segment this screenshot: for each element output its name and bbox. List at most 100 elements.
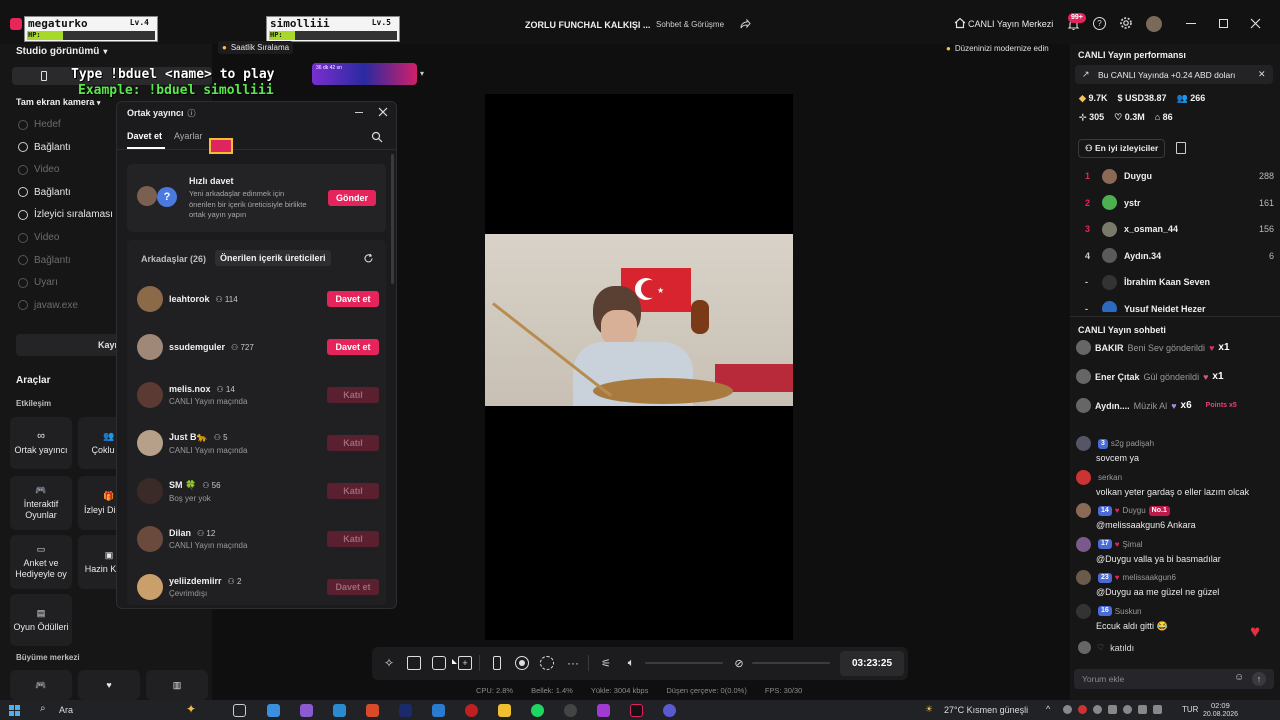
join-button[interactable]: Katıl [327,531,379,547]
avatar[interactable] [1076,570,1091,585]
list-icon[interactable] [1176,142,1186,154]
search-icon[interactable] [371,131,383,143]
spotify-icon[interactable] [531,704,544,717]
close-icon[interactable]: ✕ [1258,69,1266,80]
source-item[interactable]: İzleyici sıralaması [18,209,113,220]
ranking-row[interactable]: - İbrahim Kaan Seven [1082,272,1274,292]
join-button[interactable]: Katıl [327,435,379,451]
emoji-icon[interactable]: ☺ [1234,672,1244,683]
more-icon[interactable]: ··· [566,656,580,670]
mic-muted-icon[interactable]: ⊘ [732,656,746,670]
app-icon[interactable] [399,704,412,717]
mic-slider[interactable] [752,662,830,664]
chat-user[interactable]: serkan [1098,473,1122,482]
tile-growth-2[interactable]: ♥ [78,670,140,700]
tile-interactive-games[interactable]: 🎮 İnteraktif Oyunlar [10,476,72,530]
heart-icon[interactable]: ♥ [1250,622,1260,642]
stream-title[interactable]: ZORLU FUNCHAL KALKIŞI ... [525,20,650,30]
studio-view-dropdown[interactable]: Studio görünümü ▾ [16,46,107,57]
source-item[interactable]: Video [18,164,59,175]
phone-icon[interactable] [493,656,501,670]
join-button[interactable]: Katıl [327,483,379,499]
screenshot-icon[interactable] [540,656,554,670]
camera-icon[interactable] [432,656,446,670]
minimize-icon[interactable] [1186,23,1196,24]
invite-button[interactable]: Davet et [327,291,379,307]
refresh-icon[interactable] [363,253,374,264]
source-item[interactable]: javaw.exe [18,300,78,311]
folder-icon[interactable] [498,704,511,717]
source-item[interactable]: Video [18,232,59,243]
ranking-row[interactable]: 3 x_osman_44 156 [1082,219,1274,239]
home-icon[interactable] [954,17,966,29]
magic-wand-icon[interactable]: ✧ [382,656,396,670]
clock-time[interactable]: 02:09 [1211,701,1230,710]
app-icon[interactable] [564,704,577,717]
volume-icon[interactable]: 🔈︎ [624,656,638,670]
tab-friends[interactable]: Arkadaşlar (26) [141,254,206,264]
avatar[interactable] [1076,503,1091,518]
ranking-row[interactable]: 2 ystr 161 [1082,193,1274,213]
obs-icon[interactable] [465,704,478,717]
edge-icon[interactable] [333,704,346,717]
chat-user[interactable]: Duygu [1123,506,1146,515]
gear-icon[interactable] [1119,16,1133,30]
help-icon[interactable]: ? [1093,17,1106,30]
source-item[interactable]: Uyarı [18,277,58,288]
source-item[interactable]: Bağlantı [18,255,71,266]
share-icon[interactable] [739,18,751,30]
tile-growth-1[interactable]: 🎮 [10,670,72,700]
ranking-banner[interactable]: 36 dk 42 sn [312,63,417,85]
fullscreen-camera-dropdown[interactable]: Tam ekran kamera ▾ [16,97,100,107]
chevron-up-icon[interactable]: ^ [1046,704,1050,714]
modernize-tip[interactable]: ● Düzeninizi modernize edin [946,44,1049,53]
friend-name[interactable]: leahtorok [169,294,210,304]
join-button[interactable]: Katıl [327,387,379,403]
chat-user[interactable]: s2g padişah [1111,439,1154,448]
friend-name[interactable]: yeliizdemiirr [169,576,222,586]
live-center-link[interactable]: CANLI Yayın Merkezi [968,19,1053,29]
chat-user[interactable]: Şimal [1123,540,1143,549]
avatar[interactable] [1076,536,1091,552]
tab-suggested[interactable]: Önerilen içerik üreticileri [215,250,331,266]
friend-name[interactable]: melis.nox [169,384,211,394]
minimize-icon[interactable] [355,112,363,113]
invite-button[interactable]: Davet et [327,339,379,355]
search-icon[interactable]: ⌕ [40,703,46,714]
copilot-icon[interactable]: ✦ [186,702,196,716]
source-item[interactable]: Hedef [18,119,61,130]
chevron-down-icon[interactable]: ▾ [420,69,424,78]
store-icon[interactable] [267,704,280,717]
app-icon[interactable] [663,704,676,717]
scrollbar[interactable] [391,154,394,284]
instagram-icon[interactable] [597,704,610,717]
ranking-row[interactable]: 4 Aydın.34 6 [1082,246,1274,266]
friend-name[interactable]: Just B🐆 [169,432,208,442]
maximize-icon[interactable] [1219,19,1228,28]
screen-share-icon[interactable] [407,656,421,670]
copilot-app-icon[interactable] [300,704,313,717]
tile-growth-3[interactable]: ▥ [146,670,208,700]
add-scene-icon[interactable]: + [458,656,472,670]
friend-name[interactable]: Dilan [169,528,191,538]
source-item[interactable]: Bağlantı [18,142,71,153]
hourly-ranking[interactable]: ● Saatlik Sıralama [218,41,294,54]
comment-input[interactable]: Yorum ekle ☺ ↑ [1074,669,1274,689]
browser-icon[interactable] [366,704,379,717]
top-viewers-button[interactable]: ⚇ En iyi izleyiciler [1078,139,1166,158]
friend-name[interactable]: SM 🍀 [169,480,196,490]
record-icon[interactable] [515,656,529,670]
tile-cohost[interactable]: ∞ Ortak yayıncı [10,417,72,469]
ranking-row[interactable]: - Yusuf Nejdet Hezer [1082,299,1274,312]
photos-icon[interactable] [432,704,445,717]
chat-user[interactable]: melissaakgun6 [1123,573,1176,582]
avatar[interactable] [1076,469,1091,485]
join-button[interactable]: Davet et [327,579,379,595]
tile-poll[interactable]: ▭ Anket ve Hediyeyle oy [10,535,72,589]
tab-settings[interactable]: Ayarlar [174,131,202,141]
stream-category[interactable]: Sohbet & Görüşme [656,20,724,29]
avatar[interactable] [1146,16,1162,32]
friend-name[interactable]: ssudemguler [169,342,225,352]
clock-date[interactable]: 20.08.2026 [1203,711,1238,720]
ranking-row[interactable]: 1 Duygu 288 [1082,166,1274,186]
